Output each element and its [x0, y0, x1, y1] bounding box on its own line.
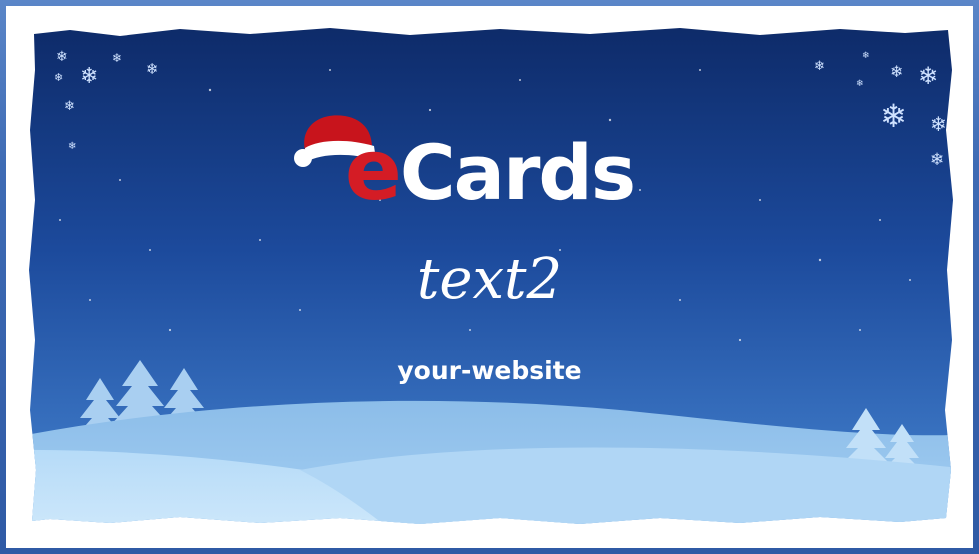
ecard-viewer: ❄ ❄ ❄ ❄ ❄ ❄ ❄ ❄ ❄ ❄ ❄ ❄ ❄ ❄ ❄ eCards tex… — [0, 0, 979, 554]
snowflake-icon: ❄ — [80, 64, 99, 89]
snowflake-icon: ❄ — [56, 49, 68, 65]
card-subtitle: text2 — [416, 247, 563, 312]
ecards-logo: eCards — [0, 128, 979, 212]
snowflake-icon: ❄ — [64, 99, 75, 114]
card-website: your-website — [397, 356, 582, 385]
snowflake-icon: ❄ — [890, 62, 904, 81]
snowflake-icon: ❄ — [856, 79, 864, 89]
snowflake-icon: ❄ — [814, 59, 825, 74]
logo-cards-word: Cards — [399, 128, 636, 217]
snowflake-icon: ❄ — [862, 51, 870, 61]
snowflake-icon: ❄ — [918, 62, 939, 90]
snowflake-icon: ❄ — [146, 60, 159, 78]
snowflake-icon: ❄ — [112, 51, 123, 65]
logo-e-letter: e — [344, 121, 402, 219]
snowflake-icon: ❄ — [54, 71, 64, 84]
